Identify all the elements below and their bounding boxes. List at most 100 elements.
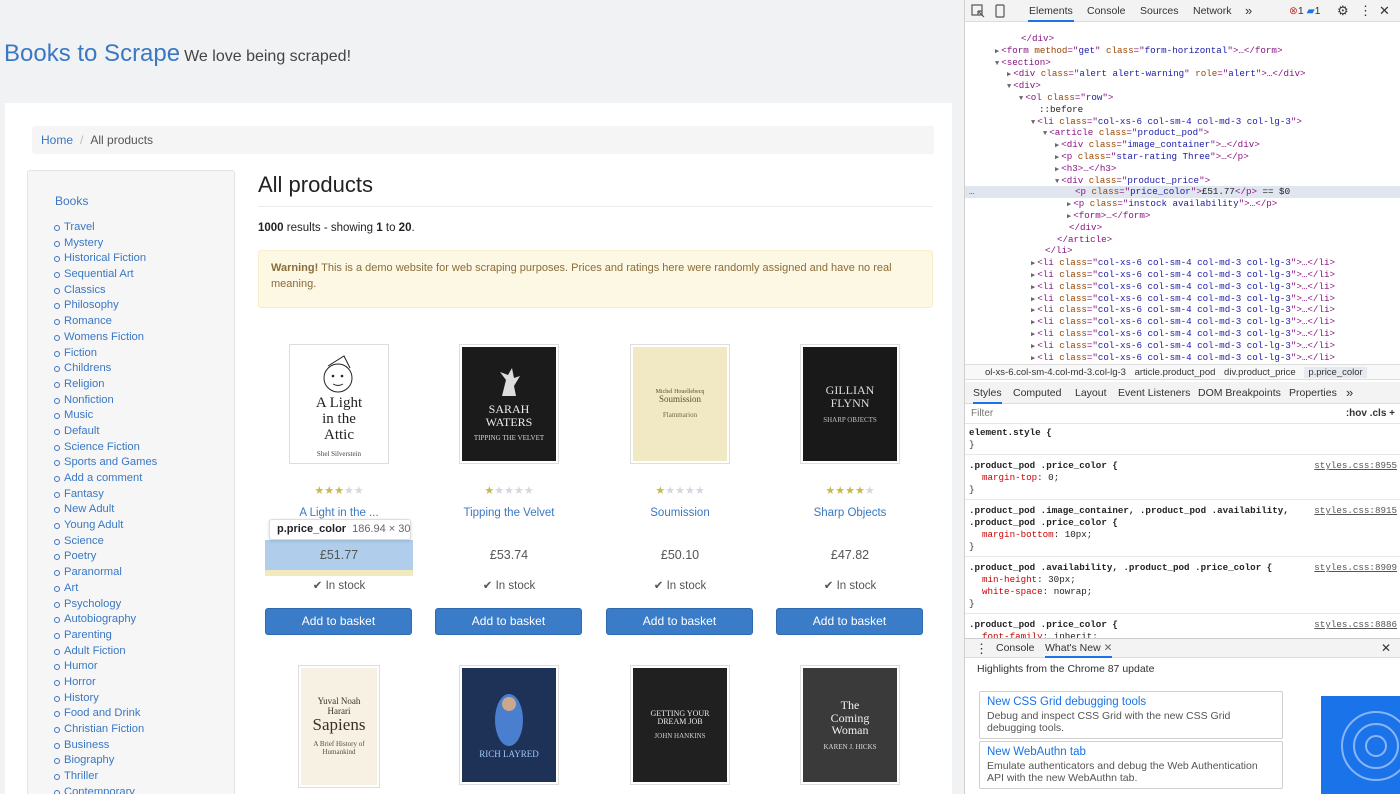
sidebar-item-category[interactable]: Historical Fiction [53, 251, 157, 267]
css-declaration[interactable]: white-space: nowrap; [965, 586, 1400, 598]
css-selector[interactable]: .product_pod .price_color { [969, 517, 1118, 528]
expand-triangle-icon[interactable]: ▶ [1031, 260, 1035, 268]
breadcrumb-home[interactable]: Home [41, 133, 73, 147]
sidebar-item-category[interactable]: Default [53, 424, 157, 440]
sidebar-item-category[interactable]: Psychology [53, 597, 157, 613]
brand-link[interactable]: Books to Scrape [4, 40, 180, 67]
css-selector[interactable]: .product_pod .price_color { [969, 619, 1118, 630]
sidebar-item-category[interactable]: Food and Drink [53, 706, 157, 722]
drawer-tab-whats-new[interactable]: What's New ✕ [1045, 639, 1113, 658]
book-cover[interactable]: Yuval Noah Harari Sapiens A Brief History o… [265, 665, 413, 788]
news-item-webauthn[interactable]: New WebAuthn tab Emulate authenticators … [979, 741, 1283, 789]
sidebar-item-category[interactable]: Childrens [53, 361, 157, 377]
styles-filter-input[interactable]: Filter [971, 404, 993, 424]
tab-properties[interactable]: Properties [1289, 382, 1337, 404]
expand-triangle-icon[interactable]: ▶ [1031, 296, 1035, 304]
more-styles-tabs-icon[interactable]: » [1346, 382, 1353, 404]
dom-node[interactable]: </article> [965, 234, 1112, 246]
sidebar-item-category[interactable]: Romance [53, 314, 157, 330]
sidebar-item-category[interactable]: Contemporary [53, 785, 157, 794]
sidebar-item-category[interactable]: Religion [53, 377, 157, 393]
expand-triangle-icon[interactable]: ▶ [1031, 355, 1035, 363]
collapse-triangle-icon[interactable]: ▼ [1019, 95, 1023, 103]
sidebar-item-category[interactable]: Thriller [53, 769, 157, 785]
css-declaration[interactable]: min-height: 30px; [965, 574, 1400, 586]
sidebar-item-category[interactable]: Horror [53, 675, 157, 691]
dom-node[interactable]: ▶ <h3>…</h3> [965, 163, 1116, 175]
css-declaration[interactable]: margin-bottom: 10px; [965, 529, 1400, 541]
sidebar-item-category[interactable]: Travel [53, 220, 157, 236]
dom-node[interactable]: ▶ <p class="star-rating Three">…</p> [965, 151, 1249, 163]
expand-triangle-icon[interactable]: ▶ [1031, 272, 1035, 280]
add-to-basket-button[interactable]: Add to basket [265, 608, 412, 635]
node-options-icon[interactable]: … [969, 186, 975, 198]
css-selector[interactable]: element.style { [969, 427, 1052, 438]
expand-triangle-icon[interactable]: ▶ [995, 48, 999, 56]
css-declaration[interactable]: font-family: inherit; [965, 631, 1400, 638]
book-cover[interactable]: GETTING YOUR DREAM JOB JOHN HANKINS [606, 665, 754, 785]
dom-node[interactable]: ▶ <form>…</form> [965, 210, 1150, 222]
dom-node[interactable]: ▼ <div> [965, 80, 1041, 92]
add-to-basket-button[interactable]: Add to basket [776, 608, 923, 635]
expand-triangle-icon[interactable]: ▶ [1007, 71, 1011, 79]
dom-node[interactable]: ▼ <article class="product_pod"> [965, 127, 1209, 139]
sidebar-item-category[interactable]: Young Adult [53, 518, 157, 534]
dom-node[interactable]: ▶ <li class="col-xs-6 col-sm-4 col-md-3 c… [965, 304, 1335, 316]
dom-node[interactable]: ▶ <li class="col-xs-6 col-sm-4 col-md-3 c… [965, 352, 1335, 363]
sidebar-item-category[interactable]: Christian Fiction [53, 722, 157, 738]
sidebar-item-category[interactable]: Nonfiction [53, 393, 157, 409]
expand-triangle-icon[interactable]: ▶ [1031, 284, 1035, 292]
book-title-link[interactable]: Tipping the Velvet [435, 507, 583, 519]
styles-filter-tools[interactable]: :hov .cls + [1346, 404, 1395, 424]
sidebar-item-category[interactable]: Classics [53, 283, 157, 299]
collapse-triangle-icon[interactable]: ▼ [995, 60, 999, 68]
css-source-link[interactable]: styles.css:8955 [1314, 460, 1397, 472]
expand-triangle-icon[interactable]: ▶ [1031, 343, 1035, 351]
css-selector[interactable]: .product_pod .availability, .product_pod… [969, 562, 1272, 573]
sidebar-item-category[interactable]: Fiction [53, 346, 157, 362]
book-cover[interactable]: SARAH WATERS TIPPING THE VELVET [435, 344, 583, 464]
sidebar-item-category[interactable]: Philosophy [53, 298, 157, 314]
sidebar-item-category[interactable]: Business [53, 738, 157, 754]
css-source-link[interactable]: styles.css:8915 [1314, 505, 1397, 517]
collapse-triangle-icon[interactable]: ▼ [1043, 130, 1047, 138]
dom-node[interactable]: ▶ <li class="col-xs-6 col-sm-4 col-md-3 c… [965, 340, 1335, 352]
sidebar-item-category[interactable]: Science Fiction [53, 440, 157, 456]
expand-triangle-icon[interactable]: ▶ [1031, 331, 1035, 339]
book-cover[interactable]: GILLIAN FLYNN SHARP OBJECTS [776, 344, 924, 464]
dom-node[interactable]: ▶ <li class="col-xs-6 col-sm-4 col-md-3 c… [965, 281, 1335, 293]
crumb-li[interactable]: ol-xs-6.col-sm-4.col-md-3.col-lg-3 [985, 367, 1126, 378]
dom-node[interactable]: ▶ <li class="col-xs-6 col-sm-4 col-md-3 c… [965, 316, 1335, 328]
css-rule[interactable]: element.style {} [965, 424, 1400, 455]
expand-triangle-icon[interactable]: ▶ [1055, 166, 1059, 174]
dom-node[interactable]: </div> [965, 222, 1102, 234]
dom-node[interactable]: </li> [965, 245, 1073, 257]
dom-node[interactable]: ▶ <li class="col-xs-6 col-sm-4 col-md-3 c… [965, 293, 1335, 305]
expand-triangle-icon[interactable]: ▶ [1055, 142, 1059, 150]
sidebar-item-category[interactable]: New Adult [53, 502, 157, 518]
drawer-tab-console[interactable]: Console [996, 639, 1035, 658]
tab-dom-breakpoints[interactable]: DOM Breakpoints [1198, 382, 1281, 404]
dom-node[interactable]: ▶ <div class="alert alert-warning" role="… [965, 68, 1306, 80]
dom-node-selected[interactable]: <p class="price_color">£51.77</p> == $0… [965, 186, 1400, 199]
settings-gear-icon[interactable]: ⚙ [1337, 0, 1349, 22]
tab-elements[interactable]: Elements [1028, 0, 1074, 22]
css-rule[interactable]: .product_pod .price_color { styles.css:88… [965, 616, 1400, 638]
book-cover[interactable]: RICH LAYRED [435, 665, 583, 785]
css-source-link[interactable]: styles.css:8886 [1314, 619, 1397, 631]
close-icon[interactable]: ✕ [1379, 0, 1390, 22]
drawer-menu-icon[interactable]: ⋮ [975, 639, 988, 658]
dom-node[interactable]: ▼ <div class="product_price"> [965, 175, 1210, 187]
sidebar-item-category[interactable]: Art [53, 581, 157, 597]
book-cover[interactable]: A Light in the Attic Shel Silverstein [265, 344, 413, 464]
book-cover[interactable]: The Coming Woman KAREN J. HICKS [776, 665, 924, 785]
error-badge[interactable]: ⊗1 ▰1 [1289, 0, 1321, 22]
crumb-article[interactable]: article.product_pod [1135, 367, 1216, 378]
dom-node[interactable]: ▶ <li class="col-xs-6 col-sm-4 col-md-3 c… [965, 269, 1335, 281]
dom-node[interactable]: ▼ <li class="col-xs-6 col-sm-4 col-md-3 c… [965, 116, 1302, 128]
tab-event-listeners[interactable]: Event Listeners [1118, 382, 1190, 404]
add-to-basket-button[interactable]: Add to basket [435, 608, 582, 635]
sidebar-item-category[interactable]: Adult Fiction [53, 644, 157, 660]
css-source-link[interactable]: styles.css:8909 [1314, 562, 1397, 574]
news-item-css-grid[interactable]: New CSS Grid debugging tools Debug and i… [979, 691, 1283, 739]
